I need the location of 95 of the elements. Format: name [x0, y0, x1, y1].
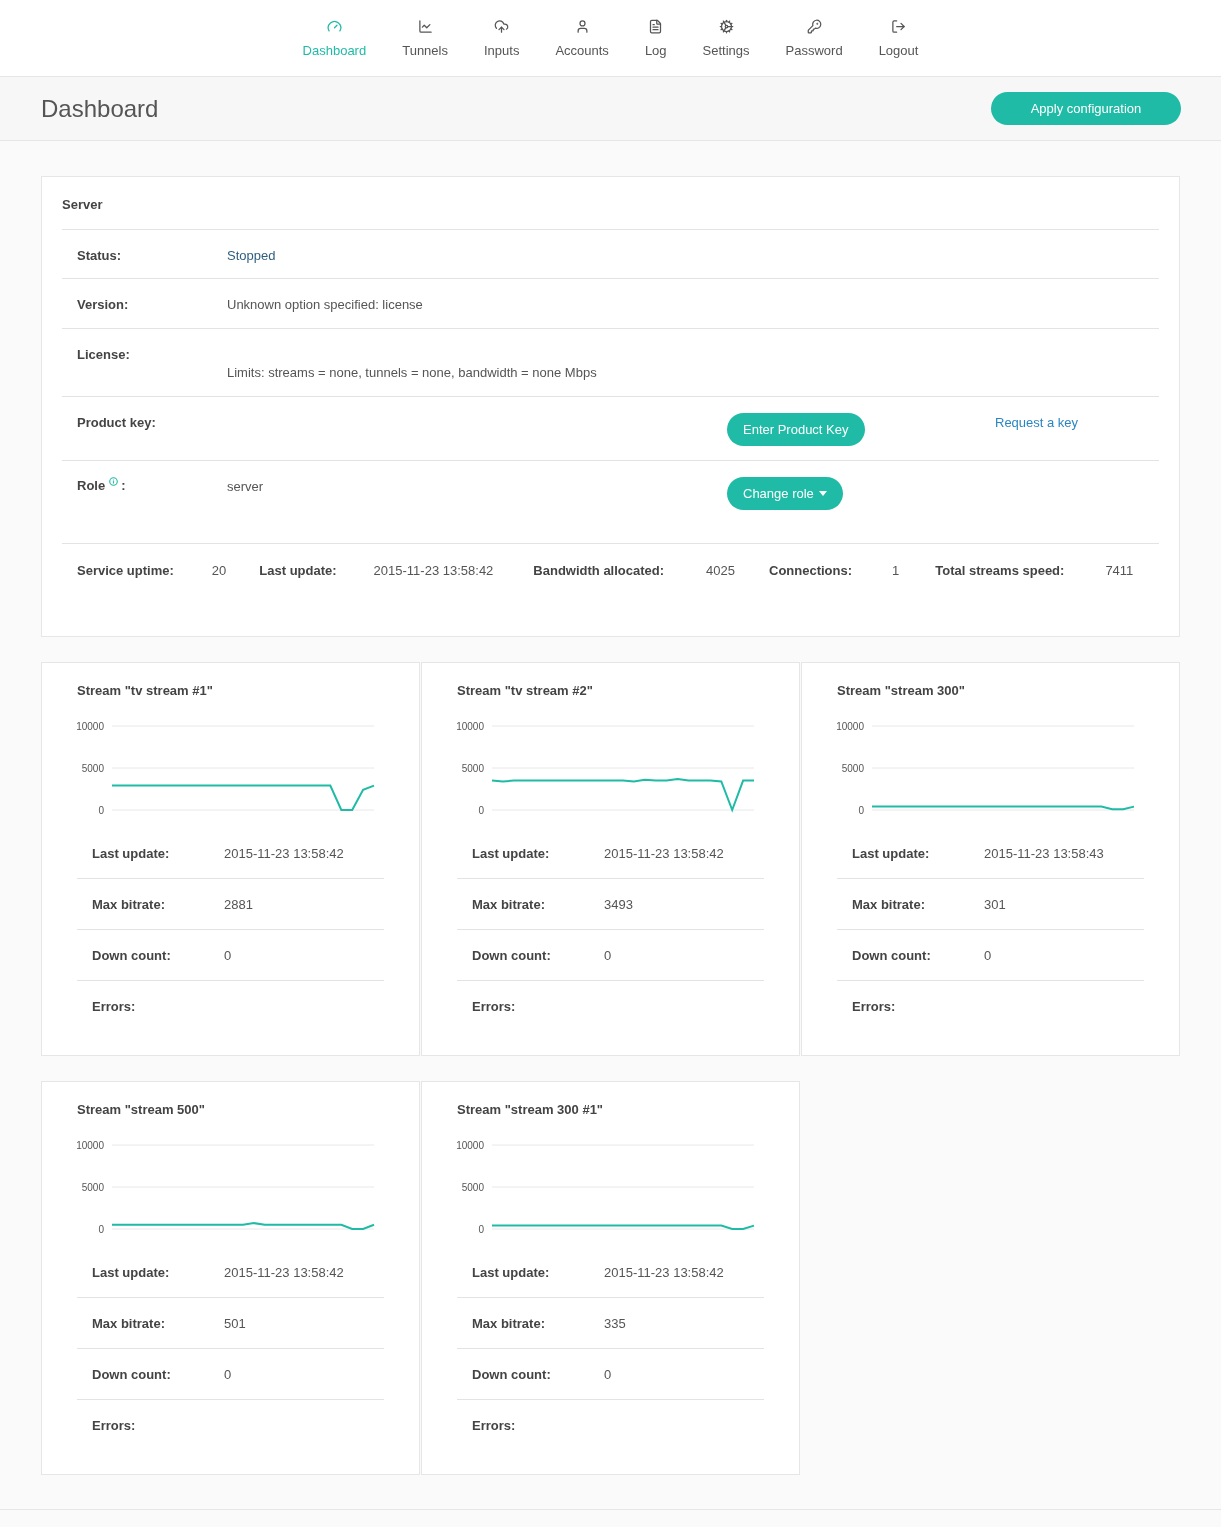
nav-tab[interactable]: Logout — [862, 10, 935, 66]
card-title: Server — [62, 197, 104, 212]
card-title: Stream "stream 300 #1" — [457, 1102, 605, 1117]
field-label: Down count: — [92, 1366, 172, 1382]
field-label: Last update: — [92, 1264, 171, 1280]
caret-icon — [818, 491, 827, 496]
stat-value: 20 — [211, 563, 227, 578]
axis-tick-label: 5000 — [81, 762, 104, 774]
page-title: Dashboard — [41, 94, 159, 123]
field-value: 2015-11-23 13:58:42 — [604, 1264, 725, 1280]
field-value: 0 — [984, 947, 993, 963]
axis-tick-label: 5000 — [81, 1181, 104, 1193]
field-value: Limits: streams = none, tunnels = none, bandwidth = none Mbps — [227, 365, 597, 380]
field-label: Max bitrate: — [852, 896, 926, 912]
status-value: Stopped — [227, 248, 276, 263]
label-colon: : — [121, 478, 126, 493]
request-key-link[interactable]: Request a key — [995, 415, 1079, 430]
stat-label: Connections: — [769, 563, 853, 578]
field-value: 2015-11-23 13:58:42 — [224, 845, 345, 861]
axis-tick-label: 10000 — [456, 1139, 484, 1151]
logout-icon — [891, 18, 906, 34]
axis-tick-label: 10000 — [76, 720, 104, 732]
user-icon — [574, 18, 590, 34]
field-value: 301 — [984, 896, 1007, 912]
document-icon — [648, 18, 664, 34]
gauge-icon — [326, 18, 342, 34]
field-label: Errors: — [852, 998, 897, 1014]
nav-tab[interactable]: Log — [628, 10, 683, 66]
cloud-upload-icon — [494, 18, 510, 34]
axis-tick-label: 10000 — [836, 720, 864, 732]
card-title: Stream "tv stream #1" — [77, 683, 214, 698]
card-title: Stream "stream 300" — [837, 683, 966, 698]
field-label: License: — [77, 347, 130, 362]
gear-icon — [718, 18, 734, 34]
field-value: 2881 — [224, 896, 254, 912]
nav-tab[interactable]: Tunnels — [386, 10, 464, 66]
nav-tab[interactable]: Inputs — [467, 10, 536, 66]
axis-tick-label: 0 — [478, 804, 484, 816]
field-value: 2015-11-23 13:58:42 — [604, 845, 725, 861]
field-value: 2015-11-23 13:58:43 — [984, 845, 1105, 861]
field-label: Max bitrate: — [472, 1315, 546, 1331]
axis-tick-label: 0 — [98, 804, 104, 816]
nav-tab[interactable]: Password — [769, 10, 859, 66]
card-title: Stream "tv stream #2" — [457, 683, 594, 698]
field-value: 0 — [224, 1366, 233, 1382]
field-value: 335 — [604, 1315, 627, 1331]
field-value: server — [227, 479, 264, 494]
field-value: 0 — [604, 947, 613, 963]
field-label: Max bitrate: — [92, 896, 166, 912]
field-label: Down count: — [472, 947, 552, 963]
axis-tick-label: 0 — [478, 1223, 484, 1235]
field-label: Errors: — [472, 1417, 517, 1433]
stat-value: 2015-11-23 13:58:42 — [373, 563, 494, 578]
field-label: Role — [77, 478, 106, 493]
axis-tick-label: 5000 — [461, 1181, 484, 1193]
chart-icon — [417, 18, 433, 34]
field-label: Down count: — [472, 1366, 552, 1382]
stat-label: Service uptime: — [77, 563, 174, 578]
field-value: 2015-11-23 13:58:42 — [224, 1264, 345, 1280]
nav-tab[interactable]: Settings — [686, 10, 766, 66]
field-label: Down count: — [852, 947, 932, 963]
stat-value: 1 — [892, 563, 900, 578]
stat-label: Bandwidth allocated: — [533, 563, 665, 578]
field-label: Status: — [77, 248, 122, 263]
field-value: 3493 — [604, 896, 634, 912]
axis-tick-label: 5000 — [841, 762, 864, 774]
stat-label: Total streams speed: — [935, 563, 1065, 578]
nav-tab[interactable]: Accounts — [539, 10, 625, 66]
field-label: Errors: — [92, 998, 137, 1014]
field-label: Down count: — [92, 947, 172, 963]
field-label: Last update: — [852, 845, 931, 861]
field-value: Unknown option specified: license — [227, 297, 423, 312]
info-icon[interactable] — [109, 477, 119, 486]
field-label: Last update: — [92, 845, 171, 861]
card-title: Stream "stream 500" — [77, 1102, 206, 1117]
field-value: 501 — [224, 1315, 247, 1331]
field-label: Max bitrate: — [92, 1315, 166, 1331]
field-label: Last update: — [472, 1264, 551, 1280]
axis-tick-label: 5000 — [461, 762, 484, 774]
field-value: 0 — [224, 947, 233, 963]
field-label: Version: — [77, 297, 129, 312]
axis-tick-label: 0 — [98, 1223, 104, 1235]
field-label: Max bitrate: — [472, 896, 546, 912]
axis-tick-label: 0 — [858, 804, 864, 816]
key-icon — [806, 18, 822, 34]
field-label: Last update: — [472, 845, 551, 861]
stat-value: 7411 — [1105, 563, 1134, 578]
field-label: Product key: — [77, 415, 156, 430]
field-value: 0 — [604, 1366, 613, 1382]
field-label: Errors: — [92, 1417, 137, 1433]
field-label: Errors: — [472, 998, 517, 1014]
stat-label: Last update: — [259, 563, 337, 578]
axis-tick-label: 10000 — [76, 1139, 104, 1151]
axis-tick-label: 10000 — [456, 720, 484, 732]
stat-value: 4025 — [706, 563, 735, 578]
